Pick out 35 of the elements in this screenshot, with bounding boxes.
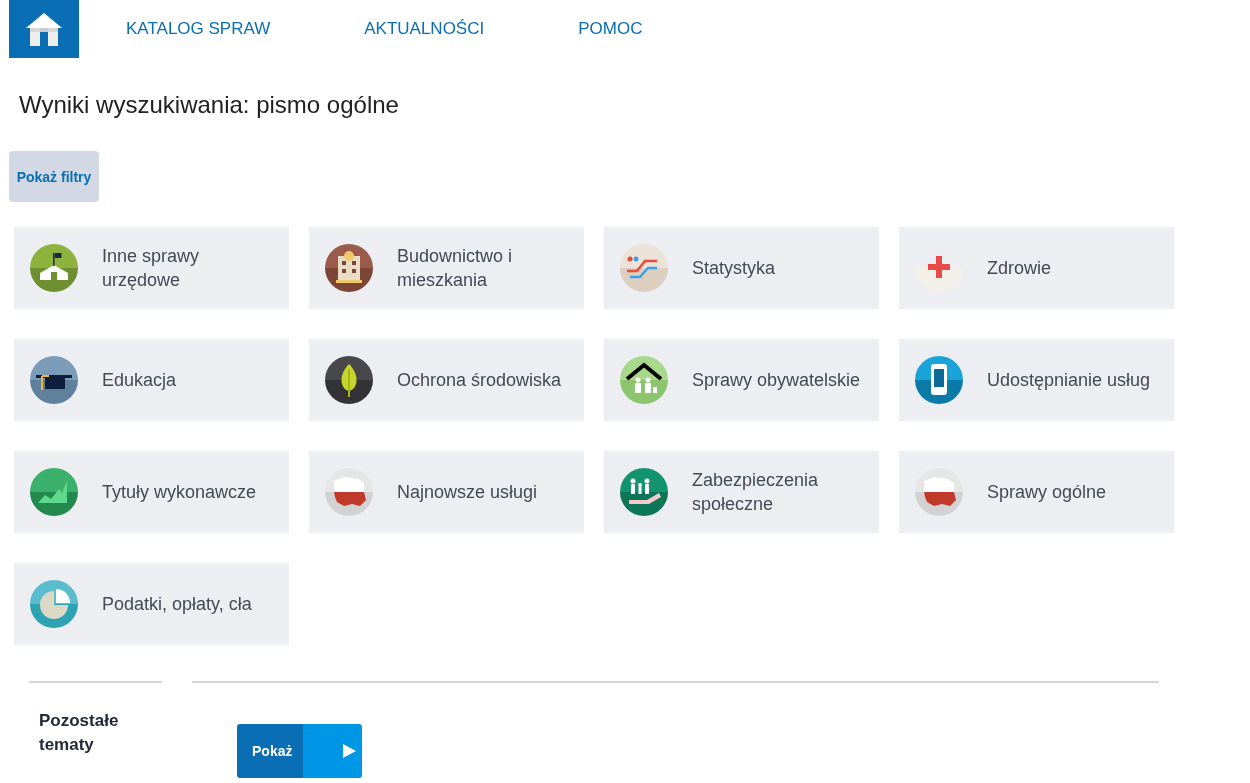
category-tile[interactable]: Ochrona środowiska: [309, 339, 584, 421]
leaf-icon: [324, 355, 374, 405]
country-map-icon: [914, 467, 964, 517]
pie-chart-icon: [29, 579, 79, 629]
category-tile[interactable]: Budownictwo i mieszkania: [309, 227, 584, 309]
people-hand-icon: [619, 467, 669, 517]
building-icon: [324, 243, 374, 293]
play-icon: [341, 743, 357, 759]
family-house-icon: [619, 355, 669, 405]
category-tile[interactable]: Edukacja: [14, 339, 289, 421]
category-tile[interactable]: Tytuły wykonawcze: [14, 451, 289, 533]
category-tile[interactable]: Zabezpieczenia społeczne: [604, 451, 879, 533]
country-map-icon: [324, 467, 374, 517]
page-title: Wyniki wyszukiwania: pismo ogólne: [19, 91, 400, 119]
category-tile[interactable]: Statystyka: [604, 227, 879, 309]
category-tile[interactable]: Sprawy obywatelskie: [604, 339, 879, 421]
home-button[interactable]: [9, 0, 79, 58]
category-tile[interactable]: Inne sprawy urzędowe: [14, 227, 289, 309]
category-tile[interactable]: Zdrowie: [899, 227, 1174, 309]
flag-building-icon: [29, 243, 79, 293]
nav-link[interactable]: KATALOG SPRAW: [126, 19, 271, 39]
area-chart-icon: [29, 467, 79, 517]
section-label: Pozostałe tematy: [39, 710, 120, 756]
smartphone-icon: [914, 355, 964, 405]
category-tile[interactable]: Sprawy ogólne: [899, 451, 1174, 533]
category-tile[interactable]: Udostępnianie usług: [899, 339, 1174, 421]
show-button[interactable]: Pokaż: [237, 724, 362, 778]
graduation-cap-icon: [29, 355, 79, 405]
category-tile[interactable]: Najnowsze usługi: [309, 451, 584, 533]
nav-link[interactable]: POMOC: [578, 19, 643, 39]
line-chart-icon: [619, 243, 669, 293]
home-icon: [25, 12, 63, 46]
nav-link[interactable]: AKTUALNOŚCI: [364, 19, 485, 39]
show-filters-button[interactable]: Pokaż filtry: [9, 151, 99, 202]
category-tile[interactable]: Podatki, opłaty, cła: [14, 563, 289, 645]
